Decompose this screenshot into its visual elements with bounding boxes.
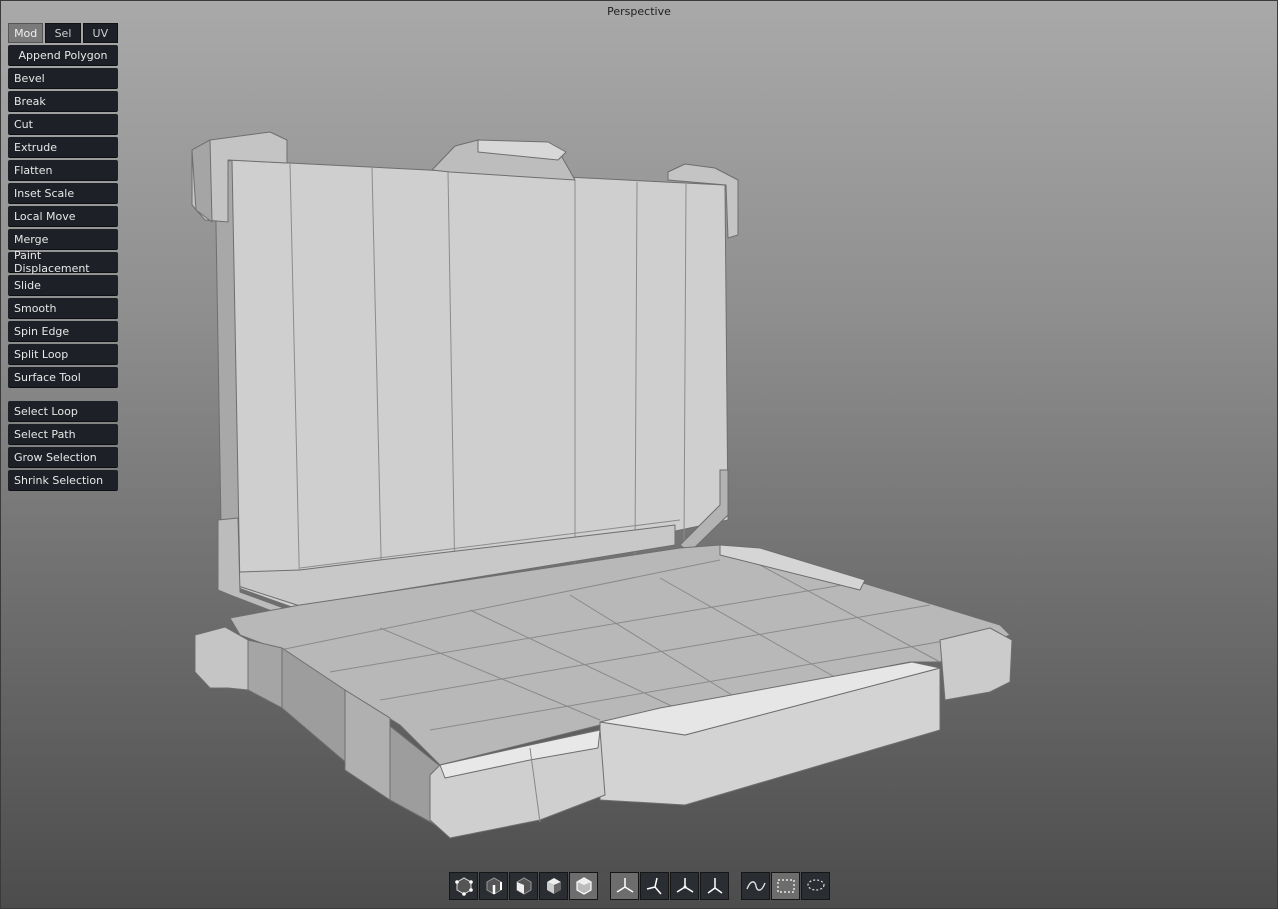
surface-tool-button[interactable]: Surface Tool [8, 367, 118, 388]
edge-mode-icon[interactable] [479, 872, 508, 900]
local-move-button[interactable]: Local Move [8, 206, 118, 227]
world-axis-icon[interactable] [610, 872, 639, 900]
select-path-button[interactable]: Select Path [8, 424, 118, 445]
shrink-selection-button[interactable]: Shrink Selection [8, 470, 118, 491]
local-axis-icon[interactable] [640, 872, 669, 900]
flatten-button[interactable]: Flatten [8, 160, 118, 181]
viewport-title: Perspective [607, 5, 671, 18]
tab-mod[interactable]: Mod [8, 23, 44, 43]
modeling-tools-list: Append Polygon Bevel Break Cut Extrude F… [8, 45, 118, 390]
break-button[interactable]: Break [8, 91, 118, 112]
slide-button[interactable]: Slide [8, 275, 118, 296]
base-right-bumper [939, 627, 1013, 701]
inset-scale-button[interactable]: Inset Scale [8, 183, 118, 204]
append-polygon-button[interactable]: Append Polygon [8, 45, 118, 66]
rectangle-select-icon[interactable] [771, 872, 800, 900]
base-left-back-block [194, 626, 249, 691]
merge-button[interactable]: Merge [8, 229, 118, 250]
element-mode-icon[interactable] [539, 872, 568, 900]
bevel-button[interactable]: Bevel [8, 68, 118, 89]
selection-shape-toolbar [741, 872, 831, 902]
mode-tabs: Mod Sel UV [8, 23, 118, 43]
normal-axis-icon[interactable] [700, 872, 729, 900]
extrude-button[interactable]: Extrude [8, 137, 118, 158]
smooth-button[interactable]: Smooth [8, 298, 118, 319]
lasso-select-icon[interactable] [801, 872, 830, 900]
screen-axis-icon[interactable] [670, 872, 699, 900]
tab-sel[interactable]: Sel [45, 23, 81, 43]
spin-edge-button[interactable]: Spin Edge [8, 321, 118, 342]
select-loop-button[interactable]: Select Loop [8, 401, 118, 422]
viewport-3d-scene[interactable] [0, 0, 1278, 909]
face-mode-icon[interactable] [509, 872, 538, 900]
paint-displacement-button[interactable]: Paint Displacement [8, 249, 118, 275]
split-loop-button[interactable]: Split Loop [8, 344, 118, 365]
freehand-select-icon[interactable] [741, 872, 770, 900]
grow-selection-button[interactable]: Grow Selection [8, 447, 118, 468]
cut-button[interactable]: Cut [8, 114, 118, 135]
selection-tools-list: Select Loop Select Path Grow Selection S… [8, 401, 118, 493]
component-mode-toolbar [449, 872, 599, 902]
vertex-mode-icon[interactable] [449, 872, 478, 900]
tab-uv[interactable]: UV [82, 23, 118, 43]
transform-space-toolbar [610, 872, 730, 902]
object-mode-icon[interactable] [569, 872, 598, 900]
